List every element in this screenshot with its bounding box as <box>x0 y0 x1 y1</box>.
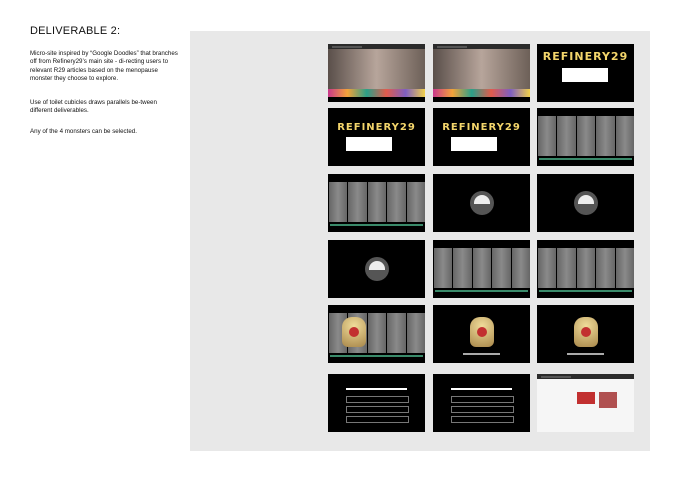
description-paragraph-1: Micro-site inspired by “Google Doodles” … <box>30 50 178 82</box>
screenshot-thumbnail-cubicles <box>328 174 425 232</box>
description-paragraph-2: Use of toilet cubicles draws parallels b… <box>30 99 157 115</box>
screenshot-thumbnail-monster-cubicles <box>328 305 425 363</box>
description-paragraph-3: Any of the 4 monsters can be selected. <box>30 128 137 135</box>
screenshot-thumbnail-article <box>537 374 634 432</box>
screenshot-thumbnail-site-hero <box>433 44 530 102</box>
screenshot-thumbnail-quiz <box>328 374 425 432</box>
screenshot-thumbnail-monster <box>433 305 530 363</box>
deliverable-heading: DELIVERABLE 2: <box>30 25 121 37</box>
screenshot-thumbnail-cubicles <box>537 108 634 166</box>
screenshot-thumbnail-site-hero <box>328 44 425 102</box>
screenshot-thumbnail-quiz <box>433 374 530 432</box>
screenshot-thumbnail-gauge <box>537 174 634 232</box>
screenshot-thumbnail-logo-intro: REFINERY29 <box>433 108 530 166</box>
screenshot-thumbnail-gauge <box>433 174 530 232</box>
screenshot-thumbnail-logo-intro: REFINERY29 <box>328 108 425 166</box>
screenshot-thumbnail-logo-intro: REFINERY29 <box>537 44 634 102</box>
screenshot-thumbnail-gauge <box>328 240 425 298</box>
screenshot-thumbnail-cubicles <box>433 240 530 298</box>
screenshot-thumbnail-cubicles <box>537 240 634 298</box>
screenshot-thumbnail-monster <box>537 305 634 363</box>
